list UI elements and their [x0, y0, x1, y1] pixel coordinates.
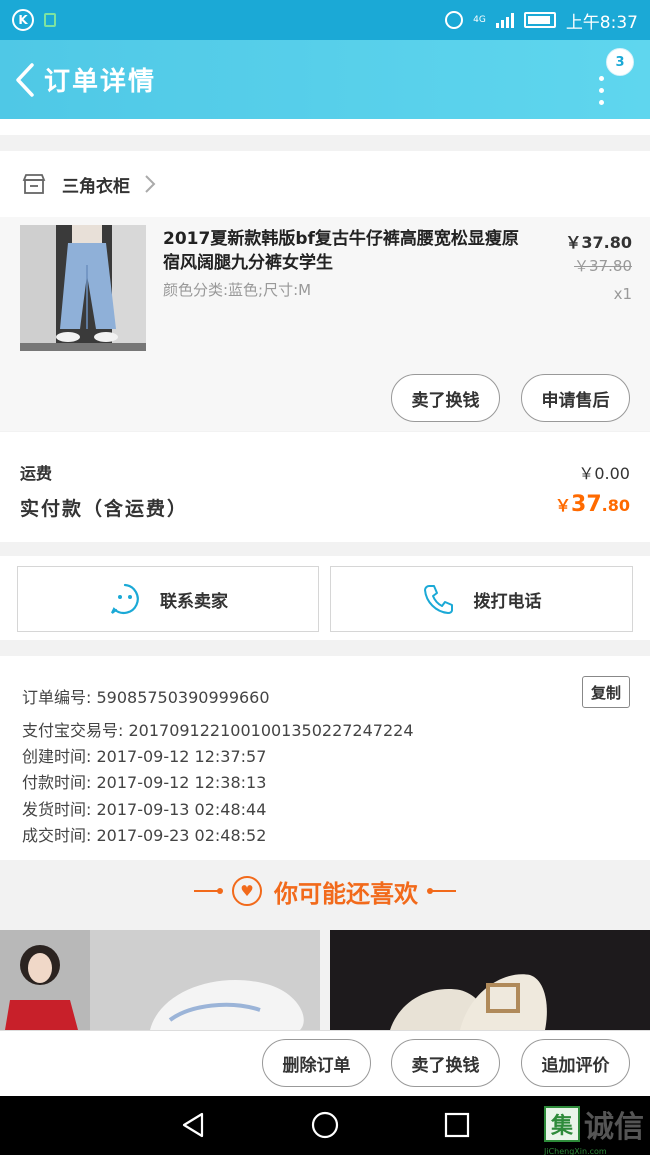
more-dots-icon [599, 76, 604, 81]
recommend-image-heels [330, 930, 650, 1030]
recents-square-icon[interactable] [442, 1110, 472, 1140]
bottom-action-bar: 删除订单 卖了换钱 追加评价 [0, 1030, 650, 1096]
recommend-header: ♥ 你可能还喜欢 [0, 862, 650, 920]
top-spacer [0, 119, 650, 135]
battery-icon [523, 12, 556, 28]
product-price: ￥37.80 [565, 233, 632, 252]
delete-order-button[interactable]: 删除订单 [262, 1039, 371, 1087]
add-review-button[interactable]: 追加评价 [521, 1039, 630, 1087]
contact-seller-button[interactable]: 联系卖家 [17, 566, 319, 632]
watermark-mark: 集 [544, 1106, 580, 1142]
phone-icon [423, 585, 453, 614]
total-value: ￥37.80 [555, 492, 630, 517]
product-sku: 颜色分类:蓝色;尺寸:M [163, 281, 312, 299]
product-title: 2017夏新款韩版bf复古牛仔裤高腰宽松显瘦原宿风阔腿九分裤女学生 [163, 229, 519, 273]
heart-icon: ♥ [232, 876, 262, 906]
paid-time: 付款时间: 2017-09-12 12:38:13 [22, 773, 267, 792]
shipping-value: ￥0.00 [578, 464, 630, 483]
watermark-subtext: JiChengXin.com [544, 1147, 607, 1155]
divider-left [194, 888, 223, 894]
call-phone-label: 拨打电话 [473, 591, 542, 612]
sell-exchange-button[interactable]: 卖了换钱 [391, 374, 500, 422]
recommend-image-sneaker [0, 930, 320, 1030]
contact-seller-label: 联系卖家 [160, 591, 228, 612]
back-triangle-icon[interactable] [178, 1110, 208, 1140]
back-button[interactable] [10, 60, 40, 100]
chat-bubble-icon [111, 583, 139, 614]
home-circle-icon[interactable] [310, 1110, 340, 1140]
title-bar: 订单详情 3 [0, 40, 650, 119]
recommend-item-1[interactable] [0, 930, 320, 1030]
order-number: 订单编号: 59085750390999660 [22, 688, 270, 707]
page-title: 订单详情 [44, 67, 157, 97]
sell-exchange-bottom-button[interactable]: 卖了换钱 [391, 1039, 500, 1087]
product-original-price: ￥37.80 [574, 257, 632, 275]
product-image [20, 225, 146, 351]
network-type: 4G [473, 15, 486, 25]
total-integer: 37 [571, 492, 602, 517]
total-decimal: .80 [601, 496, 630, 515]
clock: 上午8:37 [565, 12, 638, 33]
order-info-section: 订单编号: 59085750390999660 复制 支付宝交易号: 20170… [0, 656, 650, 860]
copy-button[interactable]: 复制 [582, 676, 630, 708]
alarm-icon [445, 11, 464, 29]
call-phone-button[interactable]: 拨打电话 [330, 566, 633, 632]
created-time: 创建时间: 2017-09-12 12:37:57 [22, 747, 267, 766]
fees-section: 运费 ￥0.00 实付款（含运费） ￥37.80 [0, 432, 650, 542]
recommend-item-2[interactable] [330, 930, 650, 1030]
chevron-left-icon [16, 62, 34, 97]
watermark-text: 诚信 [584, 1110, 644, 1145]
after-sale-button[interactable]: 申请售后 [521, 374, 630, 422]
store-icon [22, 174, 46, 194]
signal-icon [495, 12, 514, 28]
sim-icon [44, 13, 56, 27]
shop-row[interactable]: 三角衣柜 [0, 151, 650, 217]
divider-right [427, 888, 456, 894]
system-nav-bar: 集 诚信 JiChengXin.com [0, 1096, 650, 1155]
chevron-right-icon [145, 175, 156, 193]
shipping-label: 运费 [20, 464, 53, 483]
total-label: 实付款（含运费） [20, 498, 189, 520]
recommend-title: 你可能还喜欢 [274, 879, 418, 908]
completed-time: 成交时间: 2017-09-23 02:48:52 [22, 826, 267, 845]
shipped-time: 发货时间: 2017-09-13 02:48:44 [22, 800, 267, 819]
product-quantity: x1 [613, 285, 632, 303]
contact-section: 联系卖家 拨打电话 [0, 556, 650, 640]
shop-name: 三角衣柜 [62, 176, 130, 197]
status-bar: K 4G 上午8:37 [0, 0, 650, 40]
k-app-icon: K [12, 9, 34, 31]
alipay-number: 支付宝交易号: 2017091221001001350227247224 [22, 721, 414, 740]
total-currency: ￥ [555, 496, 572, 515]
notification-badge: 3 [606, 48, 634, 76]
watermark-logo: 集 诚信 JiChengXin.com [544, 1102, 644, 1155]
order-item[interactable]: 2017夏新款韩版bf复古牛仔裤高腰宽松显瘦原宿风阔腿九分裤女学生 颜色分类:蓝… [0, 217, 650, 431]
